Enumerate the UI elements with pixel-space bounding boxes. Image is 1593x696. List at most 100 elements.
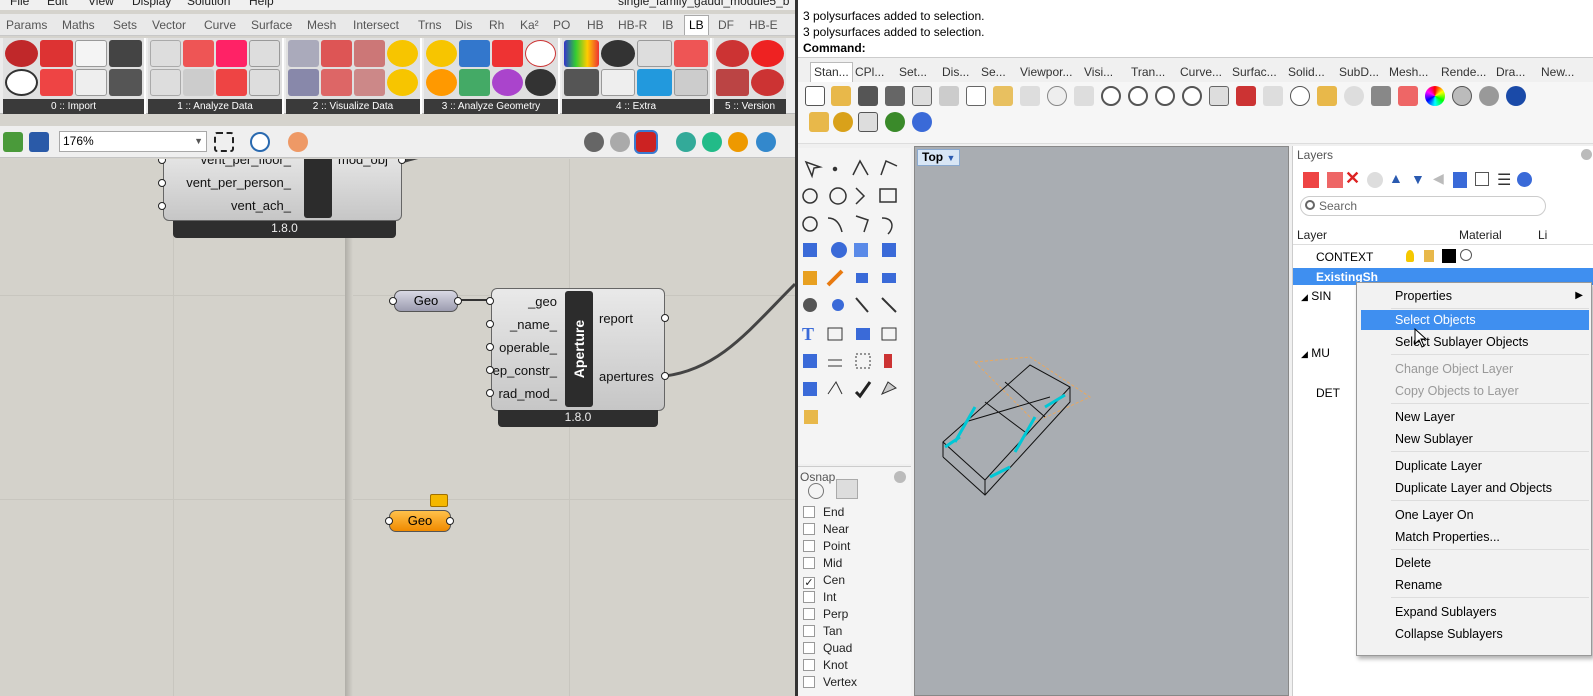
save-icon[interactable] <box>858 86 878 106</box>
column-layer[interactable]: Layer <box>1297 228 1327 242</box>
osnap-vertex[interactable]: Vertex <box>803 675 857 689</box>
osnap-tan[interactable]: Tan <box>803 624 842 638</box>
preview-wire-icon[interactable] <box>584 132 604 152</box>
tab-sets[interactable]: Sets <box>113 18 137 32</box>
open-file-icon[interactable] <box>3 132 23 152</box>
tab-hb-r[interactable]: HB-R <box>618 18 647 32</box>
map-icon[interactable] <box>637 69 672 96</box>
epw-to-ny-icon[interactable] <box>39 69 73 96</box>
tab-standard[interactable]: Stan... <box>810 62 853 82</box>
osnap-point[interactable]: Point <box>803 539 850 553</box>
checkbox[interactable] <box>803 540 815 552</box>
ny-icon[interactable] <box>74 40 108 67</box>
table-icon[interactable] <box>1475 172 1489 186</box>
checkbox[interactable] <box>803 591 815 603</box>
legend-box-icon[interactable] <box>564 69 599 96</box>
tab-mesh[interactable]: Mesh <box>307 18 336 32</box>
zoom-window-icon[interactable] <box>1128 86 1148 106</box>
gear-icon[interactable] <box>894 471 906 483</box>
geo-param[interactable]: Geo <box>394 290 458 312</box>
menu-item-new-sublayer[interactable]: New Sublayer <box>1361 429 1589 449</box>
sun-path-icon[interactable] <box>387 40 418 67</box>
input-port[interactable] <box>385 517 393 525</box>
rotate-view-icon[interactable] <box>1074 86 1094 106</box>
move-up-icon[interactable]: ▲ <box>1389 170 1403 186</box>
osnap-int[interactable]: Int <box>803 590 836 604</box>
line-chart-icon[interactable] <box>354 40 385 67</box>
menu-solution[interactable]: Solution <box>187 0 230 8</box>
osnap-cen[interactable]: ✓ Cen <box>803 573 845 589</box>
stat-icon[interactable] <box>109 69 142 96</box>
osnap-target-icon[interactable] <box>808 483 824 499</box>
pan-hand-icon[interactable] <box>1047 86 1067 106</box>
mesh-settings-icon[interactable] <box>702 132 722 152</box>
data-ab-icon[interactable] <box>150 40 181 67</box>
lock-icon[interactable] <box>1371 86 1391 106</box>
layer-row-mu[interactable]: ◢ MU <box>1301 346 1330 360</box>
input-port[interactable] <box>158 202 166 210</box>
filter-icon[interactable] <box>836 479 858 499</box>
osnap-quad[interactable]: Quad <box>803 641 852 655</box>
books-icon[interactable] <box>716 69 749 96</box>
eye-icon[interactable] <box>492 69 523 96</box>
view-icon[interactable] <box>459 69 490 96</box>
input-port[interactable] <box>486 343 494 351</box>
menu-item-delete[interactable]: Delete <box>1361 553 1589 573</box>
snap-icon[interactable] <box>1290 86 1310 106</box>
input-port[interactable] <box>389 297 397 305</box>
material-circle-icon[interactable] <box>1460 249 1472 261</box>
render-sphere-icon[interactable] <box>1506 86 1526 106</box>
chart-icon[interactable] <box>288 40 319 67</box>
car-icon[interactable] <box>1236 86 1256 106</box>
cut-icon[interactable] <box>939 86 959 106</box>
import-icon[interactable] <box>912 86 932 106</box>
output-port[interactable] <box>446 517 454 525</box>
display-icon[interactable] <box>756 132 776 152</box>
options-gear-icon[interactable] <box>833 112 853 132</box>
tab-transform[interactable]: Tran... <box>1131 65 1165 79</box>
search-location-icon[interactable] <box>5 69 38 96</box>
mesh-preview-icon[interactable] <box>676 132 696 152</box>
tab-cplanes[interactable]: CPl... <box>855 65 884 79</box>
sketch-icon[interactable] <box>288 132 308 152</box>
binary-icon[interactable] <box>249 40 280 67</box>
tab-intersect[interactable]: Intersect <box>353 18 399 32</box>
checkbox[interactable] <box>803 506 815 518</box>
menu-item-new-layer[interactable]: New Layer <box>1361 407 1589 427</box>
tab-vector[interactable]: Vector <box>152 18 186 32</box>
tab-new-in-v8[interactable]: New... <box>1541 65 1574 79</box>
bar-chart-icon[interactable] <box>288 69 319 96</box>
top-viewport[interactable]: Top ▼ <box>914 146 1289 696</box>
import-epw-icon[interactable] <box>5 40 38 67</box>
checkbox[interactable] <box>803 659 815 671</box>
save-icon[interactable] <box>29 132 49 152</box>
tab-rh[interactable]: Rh <box>489 18 504 32</box>
menu-item-properties[interactable]: Properties ▶ <box>1361 286 1589 306</box>
sun-icon[interactable] <box>387 69 418 96</box>
radiation-icon[interactable] <box>426 40 457 67</box>
command-prompt[interactable]: Command: <box>798 41 1578 58</box>
menu-item-expand-sublayers[interactable]: Expand Sublayers <box>1361 602 1589 622</box>
menu-view[interactable]: View <box>88 0 114 8</box>
osnap-end[interactable]: End <box>803 505 844 519</box>
column-material[interactable]: Material <box>1459 228 1502 242</box>
tab-hb-e[interactable]: HB-E <box>749 18 778 32</box>
preview-selected-icon[interactable] <box>636 132 656 152</box>
dots-icon[interactable] <box>600 40 635 67</box>
ddy-icon[interactable] <box>109 40 142 67</box>
zoom-extents-icon[interactable] <box>214 132 234 152</box>
new-file-icon[interactable] <box>805 86 825 106</box>
globe-icon[interactable] <box>885 112 905 132</box>
filter-icon[interactable] <box>1453 172 1467 188</box>
lock-icon[interactable] <box>1424 250 1434 262</box>
menu-edit[interactable]: Edit <box>47 0 68 8</box>
menu-item-duplicate-layer-and-objects[interactable]: Duplicate Layer and Objects <box>1361 478 1589 498</box>
tab-maths[interactable]: Maths <box>62 18 95 32</box>
tab-surface[interactable]: Surface <box>251 18 292 32</box>
tab-curve-tools[interactable]: Curve... <box>1180 65 1222 79</box>
tab-params[interactable]: Params <box>6 18 47 32</box>
material-icon[interactable] <box>728 132 748 152</box>
monthly-chart-icon[interactable] <box>321 69 352 96</box>
menu-item-match-properties[interactable]: Match Properties... <box>1361 527 1589 547</box>
zoom-select[interactable]: 176% ▼ <box>59 131 207 152</box>
